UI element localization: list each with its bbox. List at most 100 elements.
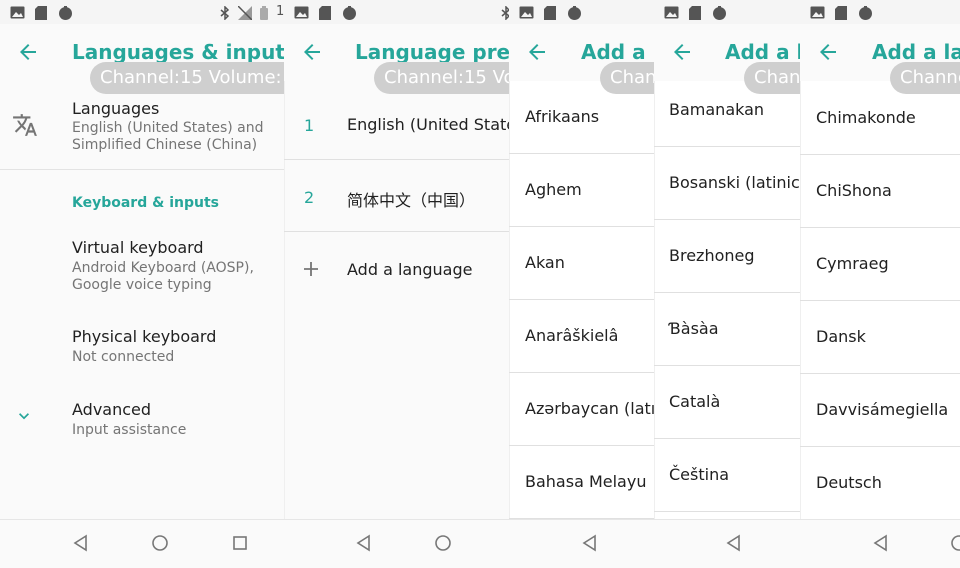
language-option[interactable]: Čeština <box>654 439 800 511</box>
advanced-title: Advanced <box>72 400 152 419</box>
language-item[interactable]: 1 English (United States) <box>284 88 509 160</box>
page-title: Add a language <box>725 40 800 64</box>
sd-card-icon <box>319 6 331 20</box>
nav-back-icon[interactable] <box>581 534 597 552</box>
bluetooth-icon <box>220 6 230 20</box>
bluetooth-icon <box>501 6 509 20</box>
sd-card-icon <box>35 6 47 20</box>
nav-back-icon[interactable] <box>725 534 741 552</box>
language-option-label: Anarâškielâ <box>525 326 619 345</box>
nav-back-icon[interactable] <box>355 534 371 552</box>
app-notification-icon <box>713 6 726 20</box>
plus-icon <box>304 262 318 276</box>
language-option-label: Català <box>669 392 721 411</box>
language-order-number: 1 <box>304 116 315 135</box>
advanced-setting[interactable]: Advanced Input assistance <box>0 392 284 442</box>
language-option-label: Chimakonde <box>816 108 916 127</box>
image-notification-icon <box>294 6 309 19</box>
languages-setting[interactable]: Languages English (United States) and Si… <box>0 90 284 170</box>
language-option[interactable]: Azərbaycan (latın) <box>509 373 654 445</box>
navigation-bar <box>284 519 509 568</box>
add-language-button[interactable]: Add a language <box>284 232 509 304</box>
language-option[interactable]: Bamanakan <box>654 74 800 146</box>
page-title: Add a language <box>872 40 960 64</box>
language-option[interactable]: Davvisámegiella <box>800 374 960 446</box>
language-option-label: Čeština <box>669 465 730 484</box>
physical-keyboard-setting[interactable]: Physical keyboard Not connected <box>0 320 284 370</box>
keyboard-inputs-header: Keyboard & inputs <box>72 195 219 211</box>
battery-icon <box>260 6 268 20</box>
languages-title: Languages <box>72 99 160 118</box>
language-option-label: Aghem <box>525 180 582 199</box>
language-option[interactable]: Bosanski (latinica) <box>654 147 800 219</box>
page-title: Add a language <box>581 40 654 64</box>
nav-home-icon[interactable] <box>434 534 452 552</box>
language-option-label: Azərbaycan (latın) <box>525 399 654 418</box>
page-title: Language preferences <box>355 40 509 64</box>
translate-icon <box>13 114 37 136</box>
language-option[interactable]: ChiShona <box>800 155 960 227</box>
language-option-label: Afrikaans <box>525 107 600 126</box>
language-option[interactable]: Aghem <box>509 154 654 226</box>
language-option[interactable]: Bahasa Melayu <box>509 446 654 518</box>
navigation-bar <box>0 519 284 568</box>
arrow-back-icon[interactable] <box>300 40 324 64</box>
language-option-label: Dansk <box>816 327 866 346</box>
status-bar <box>509 0 654 24</box>
image-notification-icon <box>519 6 534 19</box>
no-signal-icon <box>238 6 252 20</box>
language-option-label: ChiShona <box>816 181 892 200</box>
nav-back-icon[interactable] <box>872 534 888 552</box>
divider <box>0 169 284 170</box>
language-option-label: Akan <box>525 253 565 272</box>
panel-add-language-1: Add a language Channel:15 Volume: Afrika… <box>509 0 654 568</box>
arrow-back-icon[interactable] <box>525 40 549 64</box>
language-option[interactable]: Anarâškielâ <box>509 300 654 372</box>
language-option[interactable]: Deutsch <box>800 447 960 519</box>
nav-home-icon[interactable] <box>950 534 960 552</box>
language-item[interactable]: 2 简体中文（中国） <box>284 160 509 232</box>
status-bar <box>654 0 800 24</box>
language-option[interactable]: Brezhoneg <box>654 220 800 292</box>
panel-add-language-2: Add a language Channel:15 Volume: Bamana… <box>654 0 800 568</box>
physical-keyboard-title: Physical keyboard <box>72 327 217 346</box>
nav-home-icon[interactable] <box>151 534 169 552</box>
panel-language-preferences: Language preferences Channel:15 Volume: … <box>284 0 509 568</box>
language-option[interactable]: Afrikaans <box>509 81 654 153</box>
language-option-label: Bahasa Melayu <box>525 472 647 491</box>
language-option-label: Ɓàsàa <box>669 319 719 338</box>
language-option-label: Brezhoneg <box>669 246 755 265</box>
navigation-bar <box>509 519 654 568</box>
divider <box>654 511 800 512</box>
language-option-label: Deutsch <box>816 473 882 492</box>
language-option-label: Bosanski (latinica) <box>669 173 800 192</box>
nav-recents-icon[interactable] <box>232 534 248 552</box>
language-option[interactable]: Dansk <box>800 301 960 373</box>
arrow-back-icon[interactable] <box>670 40 694 64</box>
language-option[interactable]: Ɓàsàa <box>654 293 800 365</box>
chevron-down-icon <box>19 413 29 420</box>
navigation-bar <box>654 519 800 568</box>
language-option[interactable]: Cymraeg <box>800 228 960 300</box>
image-notification-icon <box>664 6 679 19</box>
physical-keyboard-subtitle: Not connected <box>72 349 175 365</box>
page-title: Languages & input <box>72 40 284 64</box>
language-option[interactable]: Chimakonde <box>800 82 960 154</box>
sd-card-icon <box>544 6 556 20</box>
arrow-back-icon[interactable] <box>816 40 840 64</box>
languages-subtitle: English (United States) and Simplified C… <box>72 120 264 153</box>
virtual-keyboard-title: Virtual keyboard <box>72 238 204 257</box>
language-label: 简体中文（中国） <box>347 191 476 210</box>
app-notification-icon <box>59 6 72 20</box>
nav-back-icon[interactable] <box>72 534 88 552</box>
app-notification-icon <box>343 6 356 20</box>
language-option[interactable]: Català <box>654 366 800 438</box>
sd-card-icon <box>835 6 847 20</box>
arrow-back-icon[interactable] <box>16 40 40 64</box>
add-language-label: Add a language <box>347 260 473 279</box>
virtual-keyboard-setting[interactable]: Virtual keyboard Android Keyboard (AOSP)… <box>0 230 284 300</box>
panel-add-language-3: Add a language Channel:15 Volume: Chimak… <box>800 0 960 568</box>
language-option[interactable]: Akan <box>509 227 654 299</box>
app-notification-icon <box>859 6 872 20</box>
status-bar <box>284 0 509 24</box>
